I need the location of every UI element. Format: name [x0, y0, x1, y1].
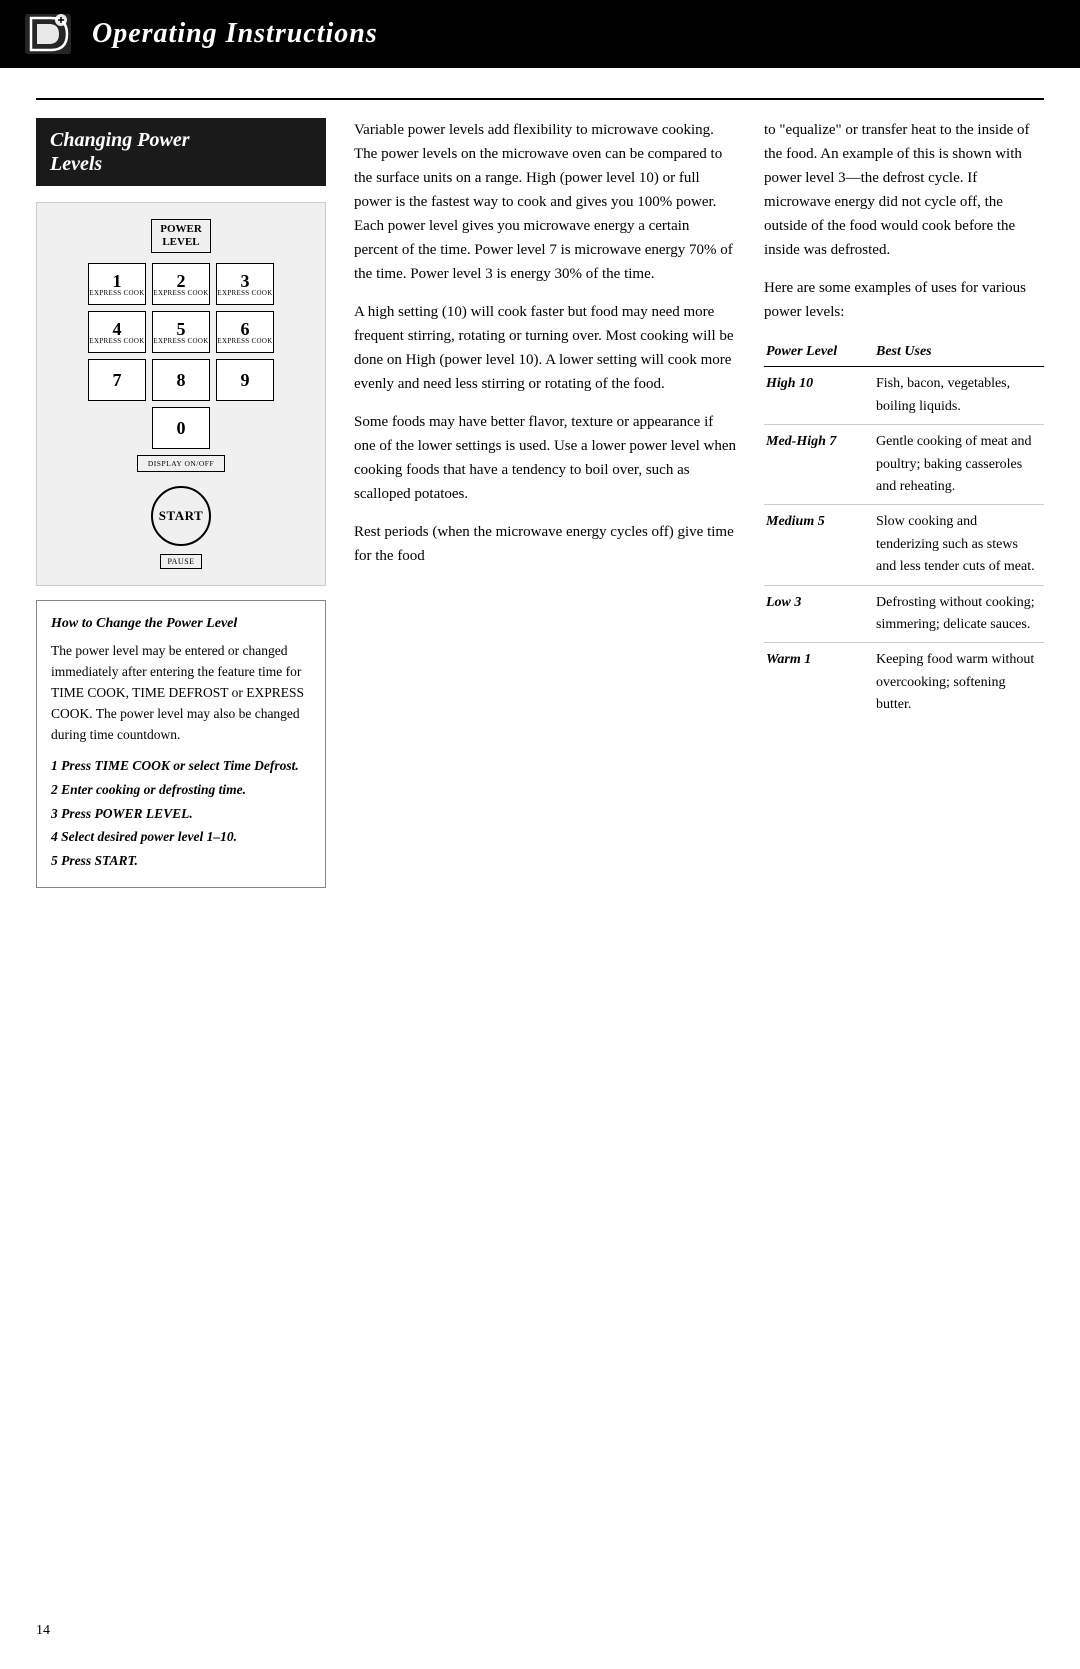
howto-body: The power level may be entered or change… — [51, 641, 311, 746]
start-button: START — [151, 486, 211, 546]
key-0: 0 — [152, 407, 210, 449]
para-3: Some foods may have better flavor, textu… — [354, 410, 736, 506]
best-uses-high: Fish, bacon, vegetables, boiling liquids… — [874, 367, 1044, 425]
brand-logo — [20, 10, 76, 58]
power-level-high: High 10 — [764, 367, 874, 425]
page-header: Operating Instructions — [0, 0, 1080, 68]
howto-step-5: 5 Press START. — [51, 851, 311, 872]
howto-heading: How to Change the Power Level — [51, 613, 311, 635]
power-level-med-high: Med-High 7 — [764, 425, 874, 505]
key-4: 4 EXPRESS COOK — [88, 311, 146, 353]
howto-step-2: 2 Enter cooking or defrosting time. — [51, 780, 311, 801]
howto-step-3: 3 Press POWER LEVEL. — [51, 804, 311, 825]
main-content: Variable power levels add flexibility to… — [326, 118, 1044, 888]
table-header-uses: Best Uses — [874, 338, 1044, 367]
table-header-level: Power Level — [764, 338, 874, 367]
examples-text: Here are some examples of uses for vario… — [764, 276, 1044, 324]
section-heading: Changing Power Levels — [36, 118, 326, 186]
howto-steps-list: 1 Press TIME COOK or select Time Defrost… — [51, 756, 311, 873]
key-3: 3 EXPRESS COOK — [216, 263, 274, 305]
para-4: Rest periods (when the microwave energy … — [354, 520, 736, 568]
howto-step-4: 4 Select desired power level 1–10. — [51, 827, 311, 848]
best-uses-low: Defrosting without cooking; simmering; d… — [874, 585, 1044, 643]
para-2: A high setting (10) will cook faster but… — [354, 300, 736, 396]
table-row: Warm 1 Keeping food warm without overcoo… — [764, 643, 1044, 723]
howto-step-1: 1 Press TIME COOK or select Time Defrost… — [51, 756, 311, 777]
power-level-warm: Warm 1 — [764, 643, 874, 723]
keypad-row-4: 0 — [152, 407, 210, 449]
keypad-row-3: 7 8 9 — [88, 359, 274, 401]
pause-label: PAUSE — [160, 554, 201, 569]
page-title: Operating Instructions — [92, 18, 378, 50]
para-1: Variable power levels add flexibility to… — [354, 118, 736, 286]
intro-text: to "equalize" or transfer heat to the in… — [764, 118, 1044, 262]
power-level-table: Power Level Best Uses High 10 Fish, baco… — [764, 338, 1044, 722]
table-row: Medium 5 Slow cooking and tenderizing su… — [764, 505, 1044, 585]
power-level-medium: Medium 5 — [764, 505, 874, 585]
key-6: 6 EXPRESS COOK — [216, 311, 274, 353]
power-level-low: Low 3 — [764, 585, 874, 643]
best-uses-med-high: Gentle cooking of meat and poultry; baki… — [874, 425, 1044, 505]
content-column-right: to "equalize" or transfer heat to the in… — [764, 118, 1044, 722]
table-row: Low 3 Defrosting without cooking; simmer… — [764, 585, 1044, 643]
content-column-left: Variable power levels add flexibility to… — [354, 118, 736, 722]
best-uses-medium: Slow cooking and tenderizing such as ste… — [874, 505, 1044, 585]
left-sidebar: Changing Power Levels POWER LEVEL 1 EXPR… — [36, 118, 326, 888]
best-uses-warm: Keeping food warm without overcooking; s… — [874, 643, 1044, 723]
key-1: 1 EXPRESS COOK — [88, 263, 146, 305]
power-level-key: POWER LEVEL — [151, 219, 211, 253]
page-number: 14 — [36, 1623, 50, 1639]
top-divider — [36, 98, 1044, 100]
display-on-off-key: DISPLAY ON/OFF — [137, 455, 225, 472]
display-row: DISPLAY ON/OFF — [137, 455, 225, 476]
howto-box: How to Change the Power Level The power … — [36, 600, 326, 888]
table-row: Med-High 7 Gentle cooking of meat and po… — [764, 425, 1044, 505]
key-7: 7 — [88, 359, 146, 401]
key-2: 2 EXPRESS COOK — [152, 263, 210, 305]
key-9: 9 — [216, 359, 274, 401]
key-5: 5 EXPRESS COOK — [152, 311, 210, 353]
keypad-row-2: 4 EXPRESS COOK 5 EXPRESS COOK 6 EXPRESS … — [88, 311, 274, 353]
keypad-row-1: 1 EXPRESS COOK 2 EXPRESS COOK 3 EXPRESS … — [88, 263, 274, 305]
table-row: High 10 Fish, bacon, vegetables, boiling… — [764, 367, 1044, 425]
key-8: 8 — [152, 359, 210, 401]
keypad-diagram: POWER LEVEL 1 EXPRESS COOK 2 EXPRESS COO… — [36, 202, 326, 586]
